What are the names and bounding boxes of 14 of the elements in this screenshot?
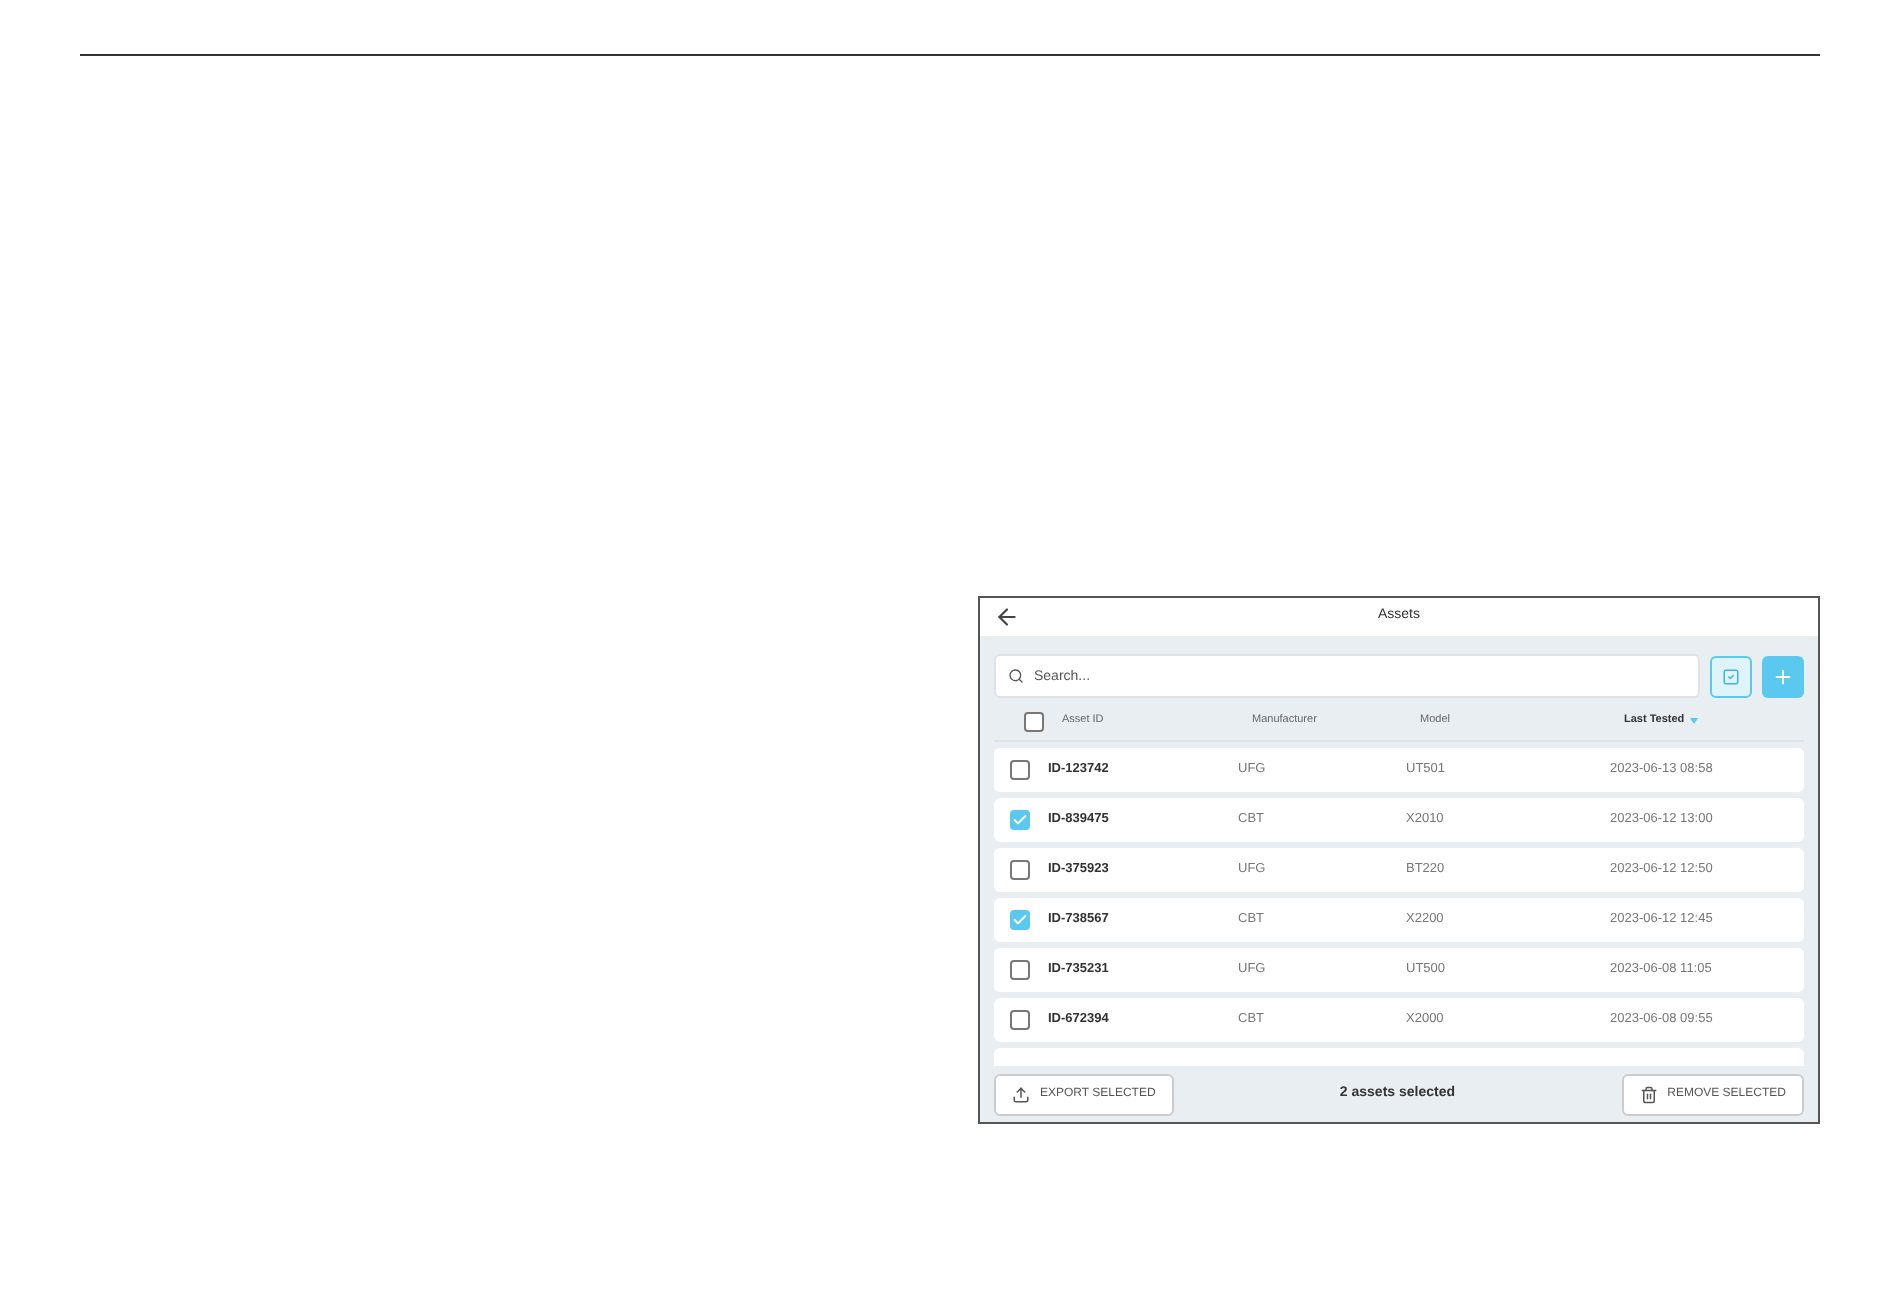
row-checkbox[interactable] [1010,810,1030,830]
row-checkbox[interactable] [1010,860,1030,880]
row-checkbox[interactable] [1010,1010,1030,1030]
search-icon [1008,668,1024,684]
checkbox-icon [1722,667,1740,685]
row-checkbox[interactable] [1010,910,1030,930]
row-checkbox[interactable] [1010,760,1030,780]
back-icon[interactable] [994,604,1020,630]
sort-icon [1690,718,1699,724]
row-checkbox[interactable] [1010,960,1030,980]
select-all-checkbox[interactable] [1024,711,1044,731]
plus-icon [1772,665,1794,687]
trash-icon [1639,1085,1658,1103]
upload-icon [1012,1085,1030,1103]
